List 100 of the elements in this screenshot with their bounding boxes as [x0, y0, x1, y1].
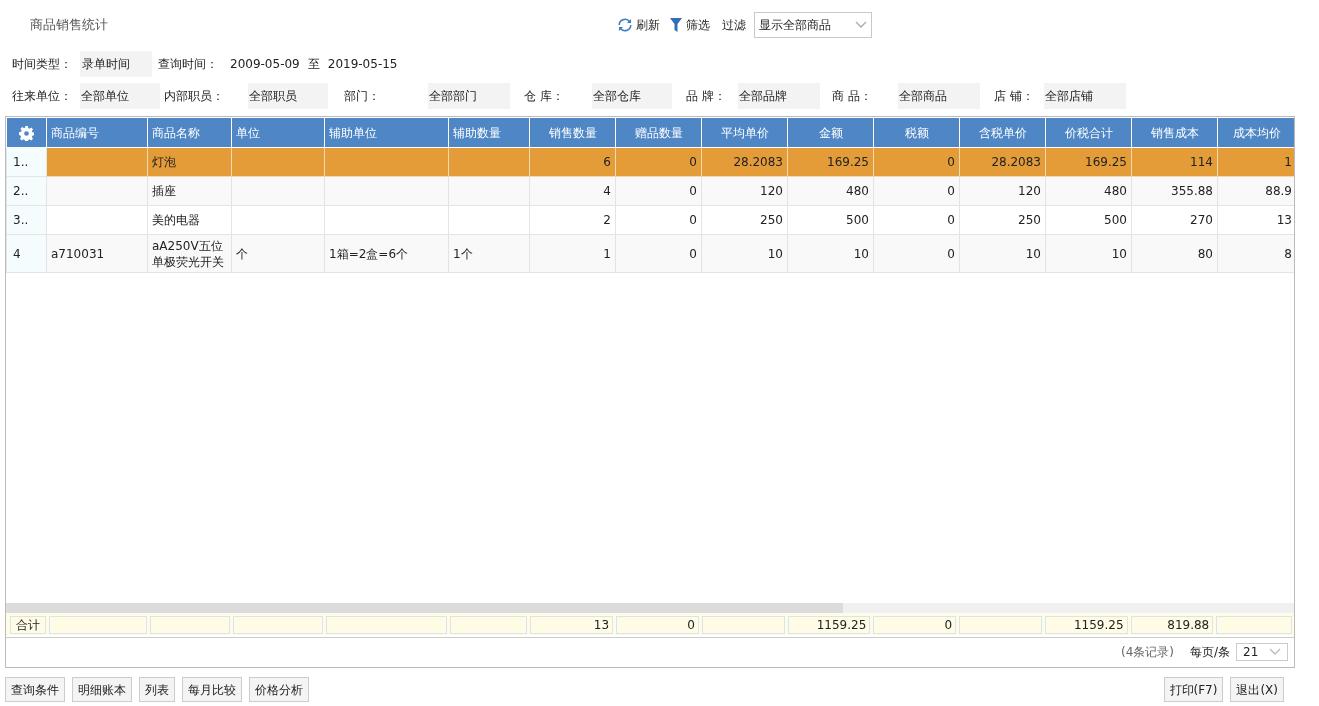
- total-cell: 0: [873, 616, 957, 634]
- column-header[interactable]: 平均单价: [701, 117, 788, 148]
- table-cell: 1箱=2盒=6个: [324, 234, 449, 273]
- table-row[interactable]: 3.. 美的电器 2 0 250 500 0 250 500 270 13: [6, 205, 1294, 235]
- table-cell: 6: [529, 147, 616, 177]
- settings-icon[interactable]: [19, 125, 34, 141]
- table-cell: 270: [1131, 205, 1218, 235]
- table-cell: 1个: [448, 234, 530, 273]
- column-header[interactable]: 单位: [231, 117, 325, 148]
- column-header[interactable]: 商品编号: [46, 117, 148, 148]
- table-cell: 120: [959, 176, 1046, 206]
- time-type-field[interactable]: 录单时间: [80, 51, 152, 77]
- table-cell: 0: [873, 234, 960, 273]
- column-header[interactable]: 销售数量: [529, 117, 616, 148]
- table-cell: 355.88: [1131, 176, 1218, 206]
- column-header[interactable]: 金额: [787, 117, 874, 148]
- date-from[interactable]: 2009-05-09: [230, 55, 300, 73]
- field-label: 品 牌：: [686, 88, 727, 105]
- table-cell: 480: [787, 176, 874, 206]
- column-header[interactable]: 赠品数量: [615, 117, 702, 148]
- action-button[interactable]: 明细账本: [72, 677, 132, 702]
- table-cell: 80: [1131, 234, 1218, 273]
- per-page-dropdown[interactable]: 21: [1236, 643, 1288, 661]
- column-header[interactable]: 销售成本: [1131, 117, 1218, 148]
- record-count: (4条记录): [1120, 644, 1174, 661]
- table-cell: 10: [1045, 234, 1132, 273]
- table-cell: 4: [529, 176, 616, 206]
- column-header[interactable]: 含税单价: [959, 117, 1046, 148]
- per-page-label: 每页/条: [1189, 644, 1230, 661]
- row-number: 1..: [6, 147, 47, 177]
- filter-field[interactable]: 全部店铺: [1044, 83, 1126, 109]
- action-button[interactable]: 每月比较: [182, 677, 242, 702]
- table-cell: 0: [873, 205, 960, 235]
- page-title: 商品销售统计: [30, 16, 109, 35]
- table-cell: 灯泡: [147, 147, 232, 177]
- column-header[interactable]: 税额: [873, 117, 960, 148]
- table-cell: a710031: [46, 234, 148, 273]
- column-header[interactable]: 成本均价: [1217, 117, 1294, 148]
- filter-field[interactable]: 全部品牌: [738, 83, 820, 109]
- table-cell: aA250V五位单极荧光开关: [147, 234, 232, 273]
- table-cell: 0: [615, 205, 702, 235]
- date-to[interactable]: 2019-05-15: [327, 55, 398, 73]
- table-row[interactable]: 2.. 插座 4 0 120 480 0 120 480 355.88 88.9: [6, 176, 1294, 206]
- column-header[interactable]: 商品名称: [147, 117, 232, 148]
- column-header[interactable]: 价税合计: [1045, 117, 1132, 148]
- settings-header[interactable]: [6, 117, 47, 148]
- field-label: 时间类型：: [12, 56, 73, 73]
- table-cell: 0: [615, 176, 702, 206]
- table-row[interactable]: 1.. 灯泡 6 0 28.2083 169.25 0 28.2083 169.25 114 1: [6, 147, 1294, 177]
- total-cell: 819.88: [1130, 616, 1214, 634]
- field-label: 店 铺：: [994, 88, 1035, 105]
- filter-field[interactable]: 全部职员: [248, 83, 328, 109]
- totals-label: 合计: [10, 616, 46, 634]
- caret-icon: [1269, 648, 1281, 656]
- table-cell: 10: [959, 234, 1046, 273]
- total-cell: 13: [530, 616, 614, 634]
- table-cell: 250: [959, 205, 1046, 235]
- table-cell: 插座: [147, 176, 232, 206]
- table-cell: 2: [529, 205, 616, 235]
- filter-field[interactable]: 全部商品: [898, 83, 980, 109]
- table-cell: 500: [787, 205, 874, 235]
- column-header[interactable]: 辅助单位: [324, 117, 449, 148]
- total-cell: 0: [616, 616, 699, 634]
- action-button[interactable]: 价格分析: [249, 677, 309, 702]
- range-separator: 至: [307, 56, 320, 73]
- field-label: 部门：: [344, 88, 381, 105]
- filter-button[interactable]: 筛选: [670, 16, 710, 34]
- refresh-button[interactable]: 刷新: [618, 16, 660, 34]
- action-button[interactable]: 查询条件: [5, 677, 65, 702]
- table-cell: 169.25: [1045, 147, 1132, 177]
- filter-dropdown[interactable]: 显示全部商品: [754, 12, 872, 38]
- total-cell: 1159.25: [787, 616, 871, 634]
- filter-field[interactable]: 全部部门: [428, 83, 510, 109]
- table-cell: 0: [615, 147, 702, 177]
- refresh-icon: [618, 18, 632, 32]
- table-cell: 10: [701, 234, 788, 273]
- horizontal-scrollbar[interactable]: [6, 603, 843, 613]
- caret-icon: [855, 21, 867, 29]
- table-cell: 480: [1045, 176, 1132, 206]
- filter-field[interactable]: 全部单位: [80, 83, 160, 109]
- row-number: 2..: [6, 176, 47, 206]
- table-cell: 0: [615, 234, 702, 273]
- action-button[interactable]: 列表: [139, 677, 175, 702]
- table-cell: 114: [1131, 147, 1218, 177]
- field-label: 内部职员：: [164, 88, 225, 105]
- row-number: 3..: [6, 205, 47, 235]
- column-header[interactable]: 辅助数量: [448, 117, 530, 148]
- table-cell: 10: [787, 234, 874, 273]
- table-cell: 0: [873, 147, 960, 177]
- field-label: 商 品：: [832, 88, 873, 105]
- filter-field[interactable]: 全部仓库: [592, 83, 672, 109]
- table-cell: 28.2083: [959, 147, 1046, 177]
- table-cell: 169.25: [787, 147, 874, 177]
- table-cell: 个: [231, 234, 325, 273]
- table-cell: 250: [701, 205, 788, 235]
- action-button[interactable]: 打印(F7): [1163, 677, 1224, 702]
- filter-label: 过滤: [722, 17, 746, 34]
- table-cell: 500: [1045, 205, 1132, 235]
- table-cell: 0: [873, 176, 960, 206]
- action-button[interactable]: 退出(X): [1230, 677, 1284, 702]
